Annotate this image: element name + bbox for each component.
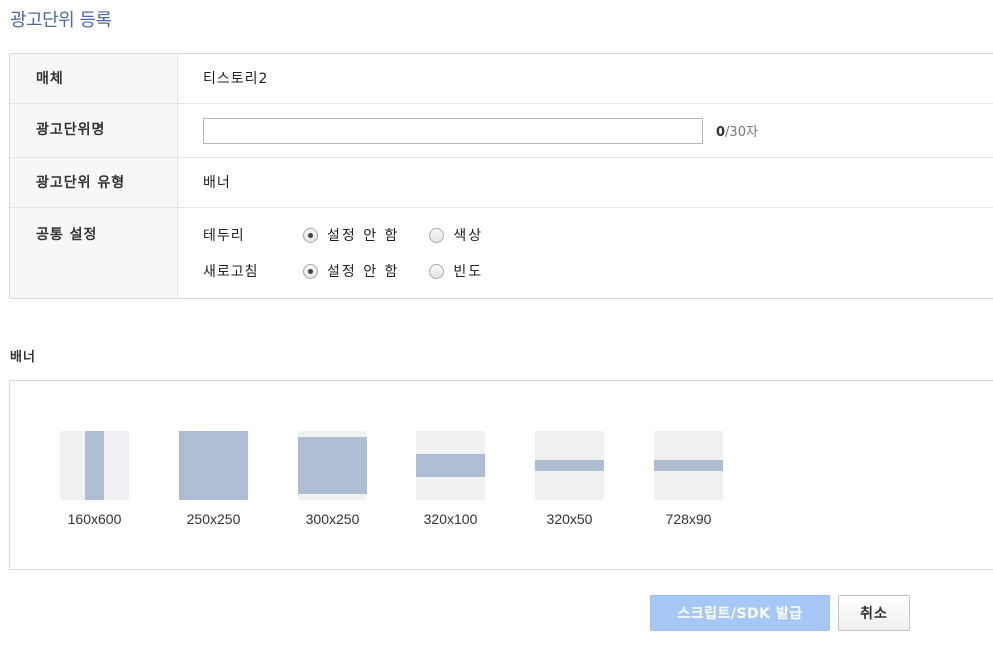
- border-setting: 테두리 설정 안 함 색상: [203, 225, 993, 245]
- banner-section-title: 배너: [10, 350, 36, 365]
- common-settings-label: 공통 설정: [10, 208, 178, 298]
- media-label: 매체: [10, 54, 178, 103]
- banner-size-label: 300x250: [305, 511, 360, 527]
- radio-checked-icon[interactable]: [303, 227, 318, 243]
- banner-thumb: [298, 431, 367, 500]
- banner-size-728x90[interactable]: 728x90: [654, 431, 723, 527]
- char-count-max: /30자: [725, 125, 758, 140]
- media-value: 티스토리2: [203, 71, 269, 87]
- banner-size-label: 320x50: [546, 511, 593, 527]
- border-label: 테두리: [203, 228, 245, 244]
- banner-size-label: 160x600: [67, 511, 122, 527]
- banner-thumb: [416, 431, 485, 500]
- banner-size-label: 250x250: [186, 511, 241, 527]
- ad-unit-type-value: 배너: [203, 175, 231, 191]
- banner-size-160x600[interactable]: 160x600: [60, 431, 129, 527]
- issue-script-sdk-button[interactable]: 스크립트/SDK 발급: [650, 595, 830, 631]
- border-radio-color[interactable]: 색상: [429, 225, 483, 245]
- media-row: 매체 티스토리2: [10, 54, 993, 104]
- common-settings-row: 공통 설정 테두리 설정 안 함 색상 새로고침 설정 안 함 빈도: [10, 208, 993, 298]
- banner-size-320x50[interactable]: 320x50: [535, 431, 604, 527]
- refresh-radio-frequency[interactable]: 빈도: [429, 261, 483, 281]
- ad-unit-form: 매체 티스토리2 광고단위명 0/30자 광고단위 유형 배너 공통 설정 테두…: [9, 53, 993, 299]
- ad-unit-name-input[interactable]: [203, 117, 703, 144]
- banner-thumb: [654, 431, 723, 500]
- ad-unit-name-label: 광고단위명: [10, 104, 178, 157]
- ad-unit-type-label: 광고단위 유형: [10, 158, 178, 207]
- banner-thumb: [60, 431, 129, 500]
- radio-unchecked-icon[interactable]: [429, 227, 445, 243]
- banner-size-label: 728x90: [665, 511, 712, 527]
- banner-size-320x100[interactable]: 320x100: [416, 431, 485, 527]
- banner-thumb: [535, 431, 604, 500]
- ad-unit-name-row: 광고단위명 0/30자: [10, 104, 993, 158]
- banner-size-300x250[interactable]: 300x250: [298, 431, 367, 527]
- border-radio-none[interactable]: 설정 안 함: [303, 225, 399, 245]
- banner-size-label: 320x100: [423, 511, 478, 527]
- ad-unit-type-row: 광고단위 유형 배너: [10, 158, 993, 208]
- char-count-current: 0: [716, 125, 726, 140]
- radio-unchecked-icon[interactable]: [429, 263, 445, 279]
- refresh-label: 새로고침: [203, 264, 259, 280]
- banner-thumb: [179, 431, 248, 500]
- radio-checked-icon[interactable]: [303, 263, 318, 279]
- banner-size-250x250[interactable]: 250x250: [179, 431, 248, 527]
- page-title: 광고단위 등록: [10, 10, 112, 31]
- refresh-radio-none[interactable]: 설정 안 함: [303, 261, 399, 281]
- char-counter: 0/30자: [716, 121, 758, 140]
- cancel-button[interactable]: 취소: [838, 595, 910, 631]
- banner-size-list: 160x600 250x250 300x250 320x100 320x50 7…: [9, 380, 993, 570]
- refresh-setting: 새로고침 설정 안 함 빈도: [203, 261, 993, 281]
